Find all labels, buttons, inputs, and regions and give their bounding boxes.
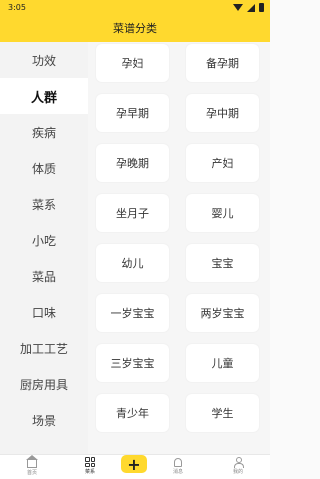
bell-icon [174,458,182,467]
sidebar-item[interactable]: 菜品 [0,258,88,294]
nav-messages[interactable]: 消息 [158,455,198,479]
status-icons [233,3,264,12]
tag-button[interactable]: 孕妇 [96,44,169,82]
battery-icon [259,3,264,12]
nav-label: 消息 [172,469,183,475]
tag-button[interactable]: 青少年 [96,394,169,432]
tag-button[interactable]: 孕中期 [186,94,259,132]
tag-button[interactable]: 幼儿 [96,244,169,282]
nav-home[interactable]: 首页 [12,455,52,479]
tag-button[interactable]: 一岁宝宝 [96,294,169,332]
wifi-icon [233,4,243,11]
sidebar-item[interactable]: 体质 [0,150,88,186]
tag-button[interactable]: 宝宝 [186,244,259,282]
page-title: 菜谱分类 [113,22,157,35]
sidebar-item[interactable]: 厨房用具 [0,366,88,402]
tag-button[interactable]: 三岁宝宝 [96,344,169,382]
nav-cuisine[interactable]: 菜系 [70,455,110,479]
tag-button[interactable]: 儿童 [186,344,259,382]
category-sidebar: 功效 人群 疾病 体质 菜系 小吃 菜品 口味 加工工艺 厨房用具 场景 [0,42,88,454]
sidebar-item[interactable]: 口味 [0,294,88,330]
grid-icon [85,457,95,467]
status-time: 3:05 [8,3,26,12]
tag-button[interactable]: 产妇 [186,144,259,182]
nav-label: 首页 [26,470,37,476]
signal-icon [247,3,255,12]
nav-label: 菜系 [84,469,95,475]
tag-grid: 孕妇 备孕期 孕早期 孕中期 孕晚期 产妇 坐月子 婴儿 幼儿 宝宝 一岁宝宝 … [88,42,270,454]
user-icon [233,457,244,468]
tag-button[interactable]: 学生 [186,394,259,432]
nav-profile[interactable]: 我的 [218,455,258,479]
home-icon [26,455,38,468]
tag-button[interactable]: 孕晚期 [96,144,169,182]
sidebar-item[interactable]: 菜系 [0,186,88,222]
tag-button[interactable]: 两岁宝宝 [186,294,259,332]
tag-button[interactable]: 婴儿 [186,194,259,232]
sidebar-item[interactable]: 疾病 [0,114,88,150]
tag-button[interactable]: 孕早期 [96,94,169,132]
sidebar-item-active[interactable]: 人群 [0,78,88,114]
add-button[interactable]: + [121,455,147,474]
tag-button[interactable]: 备孕期 [186,44,259,82]
nav-label: 我的 [232,469,243,475]
sidebar-item[interactable]: 场景 [0,402,88,438]
tag-button[interactable]: 坐月子 [96,194,169,232]
app-header: 3:05 菜谱分类 [0,0,270,42]
sidebar-item[interactable]: 功效 [0,42,88,78]
sidebar-item[interactable]: 小吃 [0,222,88,258]
sidebar-item[interactable]: 加工工艺 [0,330,88,366]
